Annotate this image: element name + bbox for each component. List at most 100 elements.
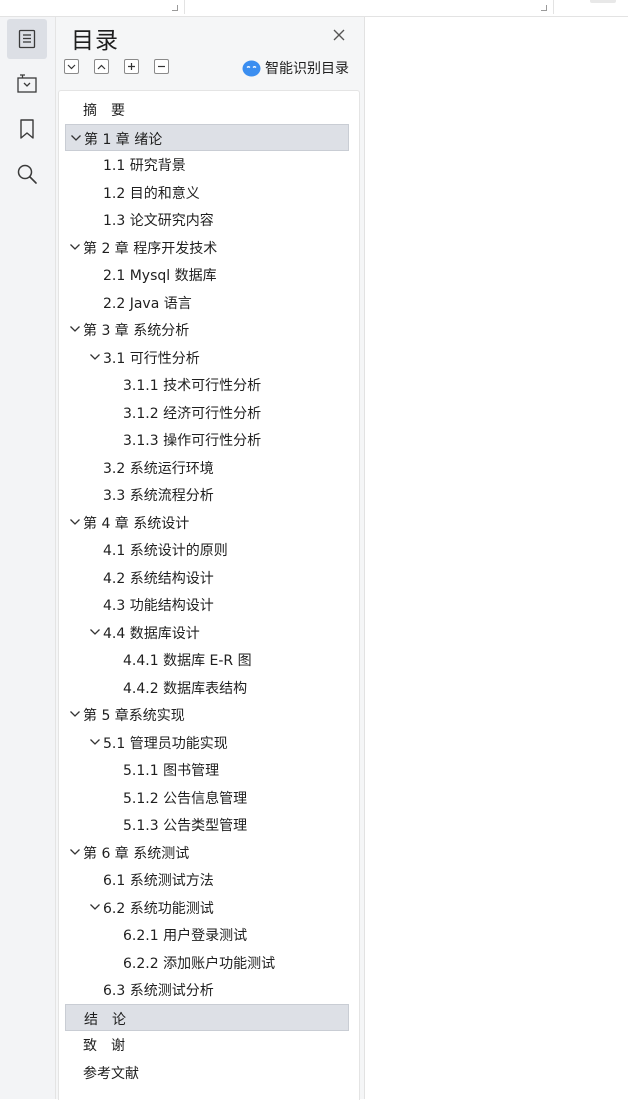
toc-item[interactable]: 第 3 章 系统分析 <box>65 316 349 343</box>
toc-item-label: 2.2 Java 语言 <box>103 295 192 312</box>
chevron-down-icon[interactable] <box>69 848 81 856</box>
toc-item-label: 第 4 章 系统设计 <box>83 515 190 532</box>
toc-item[interactable]: 3.1.3 操作可行性分析 <box>65 426 349 453</box>
toc-item[interactable]: 致 谢 <box>65 1031 349 1058</box>
page-tab <box>590 0 616 3</box>
close-icon[interactable] <box>330 26 348 44</box>
toc-item-label: 4.4.2 数据库表结构 <box>123 680 248 697</box>
navigation-pane-button[interactable] <box>7 64 47 104</box>
toc-item[interactable]: 4.4.2 数据库表结构 <box>65 674 349 701</box>
toc-item[interactable]: 4.3 功能结构设计 <box>65 591 349 618</box>
chevron-down-icon[interactable] <box>89 738 101 746</box>
toc-item[interactable]: 5.1.1 图书管理 <box>65 756 349 783</box>
toc-item-label: 4.1 系统设计的原则 <box>103 543 228 559</box>
toc-item-label: 3.1.3 操作可行性分析 <box>123 433 262 449</box>
search-button[interactable] <box>7 154 47 194</box>
divider <box>553 0 554 14</box>
add-heading-button[interactable] <box>124 59 139 74</box>
panel-title: 目录 <box>71 28 119 54</box>
toc-item-label: 第 5 章系统实现 <box>83 708 185 724</box>
toc-item-label: 6.2 系统功能测试 <box>103 900 214 917</box>
toc-item[interactable]: 第 6 章 系统测试 <box>65 839 349 866</box>
toc-item-label: 1.1 研究背景 <box>103 158 186 174</box>
toc-icon <box>18 29 36 49</box>
toc-item[interactable]: 3.1.2 经济可行性分析 <box>65 399 349 426</box>
toc-item[interactable]: 5.1.2 公告信息管理 <box>65 784 349 811</box>
chevron-down-icon[interactable] <box>89 903 101 911</box>
toc-item-label: 6.2.2 添加账户功能测试 <box>123 955 276 972</box>
smart-toc-button[interactable]: 智能识别目录 <box>242 58 349 78</box>
toc-item-label: 3.1 可行性分析 <box>103 350 200 367</box>
toc-item[interactable]: 4.4.1 数据库 E-R 图 <box>65 646 349 673</box>
toc-item[interactable]: 3.2 系统运行环境 <box>65 454 349 481</box>
corner-mark <box>172 5 178 11</box>
toc-item-label: 4.2 系统结构设计 <box>103 570 214 587</box>
toc-item-label: 4.4.1 数据库 E-R 图 <box>123 653 252 669</box>
toc-item-label: 结 论 <box>84 1011 126 1028</box>
expand-all-button[interactable] <box>64 59 79 74</box>
toc-item[interactable]: 6.3 系统测试分析 <box>65 976 349 1003</box>
toc-item-label: 3.3 系统流程分析 <box>103 488 214 504</box>
toc-item-label: 第 2 章 程序开发技术 <box>83 240 218 257</box>
toc-item[interactable]: 1.2 目的和意义 <box>65 179 349 206</box>
toc-item-label: 1.2 目的和意义 <box>103 185 200 202</box>
toc-item-label: 6.2.1 用户登录测试 <box>123 928 248 944</box>
toc-item-label: 5.1 管理员功能实现 <box>103 735 228 752</box>
navigation-pane-icon <box>17 74 37 93</box>
minus-icon <box>158 65 165 68</box>
toc-item[interactable]: 第 1 章 绪论 <box>65 123 349 151</box>
toc-item[interactable]: 6.2 系统功能测试 <box>65 894 349 921</box>
toc-item-label: 3.2 系统运行环境 <box>103 460 214 477</box>
toc-item[interactable]: 6.2.1 用户登录测试 <box>65 921 349 948</box>
toc-item[interactable]: 参考文献 <box>65 1059 349 1086</box>
toc-item[interactable]: 1.1 研究背景 <box>65 151 349 178</box>
ai-assistant-icon <box>242 60 261 76</box>
toc-item[interactable]: 4.1 系统设计的原则 <box>65 536 349 563</box>
toc-item[interactable]: 摘 要 <box>65 96 349 123</box>
toc-item[interactable]: 第 5 章系统实现 <box>65 701 349 728</box>
toc-item[interactable]: 6.1 系统测试方法 <box>65 866 349 893</box>
chevron-down-icon[interactable] <box>69 710 81 718</box>
toc-item[interactable]: 5.1 管理员功能实现 <box>65 729 349 756</box>
toc-item[interactable]: 6.2.2 添加账户功能测试 <box>65 949 349 976</box>
toc-item[interactable]: 结 论 <box>65 1003 349 1031</box>
chevron-down-icon[interactable] <box>69 243 81 251</box>
toc-item[interactable]: 第 2 章 程序开发技术 <box>65 234 349 261</box>
chevron-down-icon[interactable] <box>89 628 101 636</box>
document-top-strip <box>0 0 628 17</box>
toc-item[interactable]: 5.1.3 公告类型管理 <box>65 811 349 838</box>
bookmark-button[interactable] <box>7 109 47 149</box>
chevron-down-icon[interactable] <box>69 518 81 526</box>
toc-item[interactable]: 4.2 系统结构设计 <box>65 564 349 591</box>
chevron-down-icon[interactable] <box>70 134 82 142</box>
toc-item-label: 4.3 功能结构设计 <box>103 598 214 614</box>
toc-item-label: 5.1.2 公告信息管理 <box>123 790 248 807</box>
toc-item[interactable]: 4.4 数据库设计 <box>65 619 349 646</box>
toc-item[interactable]: 2.1 Mysql 数据库 <box>65 261 349 288</box>
toc-item[interactable]: 3.3 系统流程分析 <box>65 481 349 508</box>
remove-heading-button[interactable] <box>154 59 169 74</box>
toc-item-label: 第 3 章 系统分析 <box>83 323 190 339</box>
toc-item-label: 参考文献 <box>83 1065 139 1082</box>
chevron-down-icon[interactable] <box>69 325 81 333</box>
plus-icon <box>128 63 135 70</box>
corner-mark <box>541 5 547 11</box>
chevron-down-icon[interactable] <box>89 353 101 361</box>
toc-item-label: 2.1 Mysql 数据库 <box>103 268 217 284</box>
search-icon <box>17 164 37 184</box>
toc-item[interactable]: 1.3 论文研究内容 <box>65 206 349 233</box>
chevron-down-icon <box>67 64 76 69</box>
toc-button[interactable] <box>7 19 47 59</box>
toc-item[interactable]: 3.1.1 技术可行性分析 <box>65 371 349 398</box>
toc-item-label: 3.1.1 技术可行性分析 <box>123 378 262 394</box>
collapse-all-button[interactable] <box>94 59 109 74</box>
toc-item-label: 4.4 数据库设计 <box>103 625 200 642</box>
toc-item[interactable]: 3.1 可行性分析 <box>65 344 349 371</box>
toc-item-label: 6.3 系统测试分析 <box>103 983 214 999</box>
sidebar-rail <box>0 17 56 1099</box>
toc-item-label: 致 谢 <box>83 1038 125 1054</box>
toc-item-label: 3.1.2 经济可行性分析 <box>123 405 262 422</box>
toc-item[interactable]: 2.2 Java 语言 <box>65 289 349 316</box>
toc-item[interactable]: 第 4 章 系统设计 <box>65 509 349 536</box>
toc-item-label: 第 6 章 系统测试 <box>83 845 190 862</box>
